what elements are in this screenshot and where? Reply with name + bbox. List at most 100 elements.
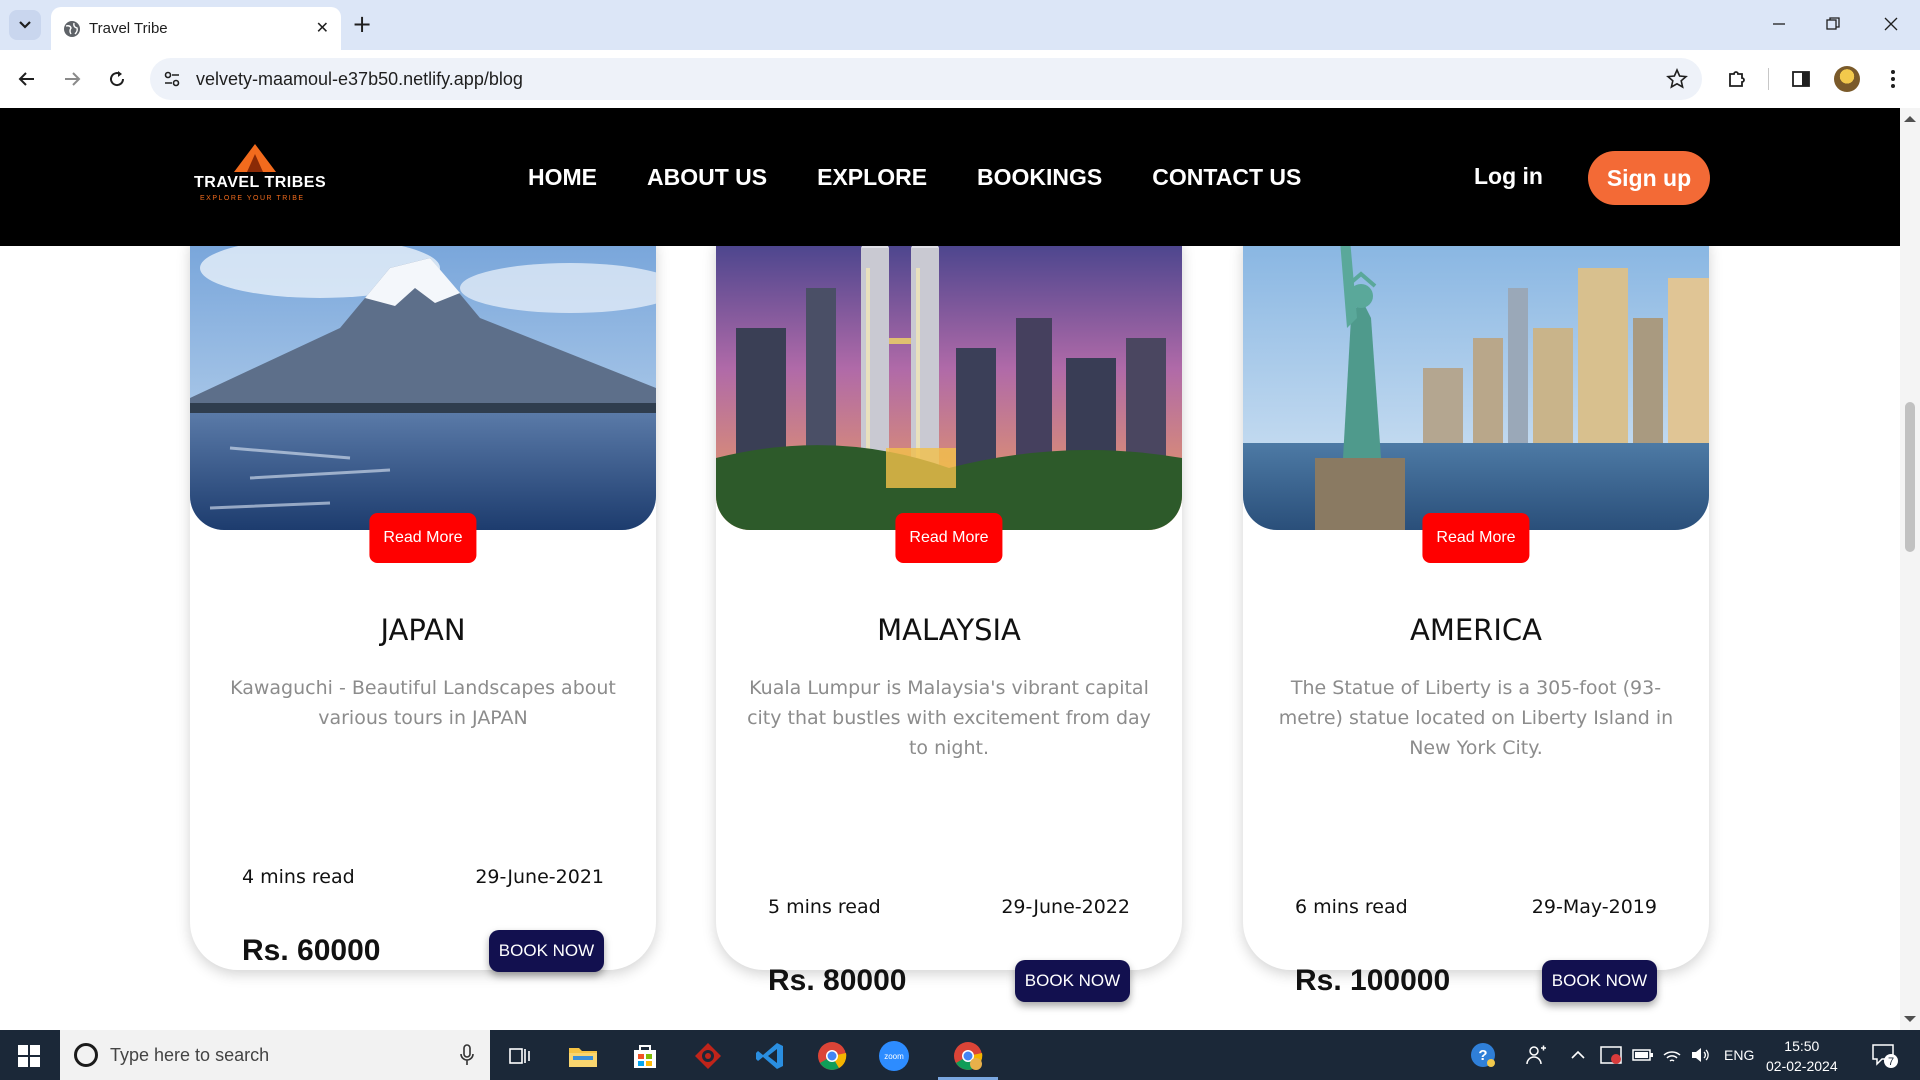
- puzzle-icon: [1729, 71, 1745, 87]
- wifi-icon: [1663, 1051, 1681, 1062]
- microsoft-store-app[interactable]: [627, 1038, 663, 1074]
- app-icon: [695, 1043, 721, 1069]
- show-hidden-icons[interactable]: [1570, 1030, 1586, 1080]
- new-tab-button[interactable]: +: [352, 10, 372, 38]
- scroll-down-arrow[interactable]: [1904, 1016, 1916, 1022]
- tab-search-button[interactable]: [9, 10, 41, 40]
- read-more-button[interactable]: Read More: [895, 513, 1003, 563]
- chevron-up-icon: [1571, 1050, 1585, 1059]
- post-date: 29-June-2021: [475, 866, 604, 888]
- book-now-button[interactable]: BOOK NOW: [1015, 960, 1130, 1002]
- book-now-button[interactable]: BOOK NOW: [1542, 960, 1657, 1002]
- page-scrollbar[interactable]: [1900, 108, 1920, 1030]
- chrome-app[interactable]: [814, 1038, 850, 1074]
- read-time: 4 mins read: [242, 866, 355, 888]
- svg-text:7: 7: [1888, 1056, 1894, 1068]
- notification-center[interactable]: 7: [1870, 1030, 1898, 1080]
- minimize-button[interactable]: [1756, 8, 1802, 40]
- windows-taskbar: Type here to search zoom ? ENG 15:50 02-…: [0, 1030, 1920, 1080]
- read-time: 6 mins read: [1295, 896, 1408, 918]
- globe-icon: [64, 21, 80, 37]
- taskbar-search[interactable]: Type here to search: [60, 1030, 490, 1080]
- red-app[interactable]: [690, 1038, 726, 1074]
- book-now-button[interactable]: BOOK NOW: [489, 930, 604, 972]
- volume-icon: [1692, 1048, 1709, 1062]
- browser-tab-active[interactable]: Travel Tribe ✕: [51, 7, 341, 50]
- restore-button[interactable]: [1810, 8, 1856, 40]
- svg-text:?: ?: [1478, 1047, 1487, 1064]
- profile-avatar[interactable]: [1834, 66, 1860, 92]
- language-indicator[interactable]: ENG: [1724, 1030, 1754, 1080]
- scroll-thumb[interactable]: [1905, 402, 1915, 552]
- restore-icon: [1826, 17, 1840, 30]
- logo-tagline: EXPLORE YOUR TRIBE: [200, 195, 305, 202]
- site-header: TRAVEL TRIBES EXPLORE YOUR TRIBE HOME AB…: [0, 108, 1900, 246]
- tent-logo-icon: [234, 144, 276, 172]
- card-price: Rs. 60000: [242, 934, 381, 967]
- task-view-button[interactable]: [502, 1038, 538, 1074]
- people-icon-tray[interactable]: [1526, 1030, 1548, 1080]
- page-viewport: Read More JAPAN Kawaguchi - Beautiful La…: [0, 108, 1900, 1030]
- extensions-button[interactable]: [1724, 66, 1750, 92]
- toolbar-divider: [1768, 68, 1769, 90]
- statue-of-liberty-image: [1243, 208, 1709, 530]
- store-icon: [634, 1045, 656, 1068]
- signup-button[interactable]: Sign up: [1588, 151, 1710, 205]
- reload-button[interactable]: [102, 64, 132, 94]
- tab-close-icon[interactable]: ✕: [316, 18, 329, 37]
- chevron-down-icon: [19, 21, 31, 29]
- url-text[interactable]: velvety-maamoul-e37b50.netlify.app/blog: [196, 69, 523, 90]
- read-more-button[interactable]: Read More: [369, 513, 477, 563]
- folder-icon: [569, 1048, 597, 1067]
- people-icon: [1526, 1045, 1546, 1065]
- main-nav: HOME ABOUT US EXPLORE BOOKINGS CONTACT U…: [528, 164, 1301, 191]
- taskbar-clock[interactable]: 15:50 02-02-2024: [1766, 1036, 1838, 1076]
- nav-bookings[interactable]: BOOKINGS: [977, 164, 1102, 191]
- chrome-app-active[interactable]: [938, 1038, 998, 1080]
- wifi-icon-tray[interactable]: [1662, 1030, 1682, 1080]
- windows-start-icon[interactable]: [18, 1045, 40, 1067]
- minimize-icon: [1773, 23, 1785, 25]
- vscode-icon: [756, 1043, 783, 1069]
- zoom-icon: zoom: [879, 1041, 909, 1071]
- nav-contact-us[interactable]: CONTACT US: [1152, 164, 1301, 191]
- zoom-app[interactable]: zoom: [876, 1038, 912, 1074]
- card-image-malaysia: [716, 208, 1182, 530]
- login-link[interactable]: Log in: [1474, 163, 1543, 190]
- battery-icon-tray[interactable]: [1632, 1030, 1654, 1080]
- site-info-icon[interactable]: [162, 69, 182, 89]
- scroll-up-arrow[interactable]: [1904, 116, 1916, 122]
- back-button[interactable]: [12, 64, 42, 94]
- bookmark-star-icon[interactable]: [1666, 68, 1688, 90]
- post-date: 29-May-2019: [1531, 896, 1657, 918]
- svg-text:zoom: zoom: [884, 1052, 904, 1061]
- site-logo[interactable]: TRAVEL TRIBES EXPLORE YOUR TRIBE: [190, 142, 330, 212]
- tab-title: Travel Tribe: [89, 20, 168, 37]
- file-explorer-app[interactable]: [565, 1038, 601, 1074]
- clock-time: 15:50: [1784, 1038, 1820, 1054]
- card-title: MALAYSIA: [877, 613, 1021, 647]
- reload-icon: [110, 71, 125, 87]
- card-description: Kawaguchi - Beautiful Landscapes about v…: [230, 677, 616, 729]
- card-price: Rs. 80000: [768, 964, 907, 997]
- security-icon: [1600, 1046, 1622, 1064]
- microphone-icon[interactable]: [460, 1044, 474, 1066]
- arrow-left-icon: [18, 72, 34, 86]
- volume-icon-tray[interactable]: [1690, 1030, 1710, 1080]
- tray-app-icon[interactable]: [1600, 1030, 1622, 1080]
- close-window-button[interactable]: [1868, 8, 1914, 40]
- help-icon-tray[interactable]: ?: [1470, 1030, 1496, 1080]
- nav-about-us[interactable]: ABOUT US: [647, 164, 767, 191]
- read-more-button[interactable]: Read More: [1422, 513, 1530, 563]
- browser-menu-button[interactable]: [1880, 66, 1906, 92]
- cortana-icon: [74, 1043, 98, 1067]
- more-vertical-icon: [1891, 70, 1895, 88]
- address-bar[interactable]: velvety-maamoul-e37b50.netlify.app/blog: [150, 58, 1702, 100]
- forward-button[interactable]: [57, 64, 87, 94]
- vscode-app[interactable]: [752, 1038, 788, 1074]
- nav-explore[interactable]: EXPLORE: [817, 164, 927, 191]
- browser-toolbar: velvety-maamoul-e37b50.netlify.app/blog: [0, 50, 1920, 108]
- side-panel-button[interactable]: [1788, 66, 1814, 92]
- kuala-lumpur-image: [716, 208, 1182, 530]
- nav-home[interactable]: HOME: [528, 164, 597, 191]
